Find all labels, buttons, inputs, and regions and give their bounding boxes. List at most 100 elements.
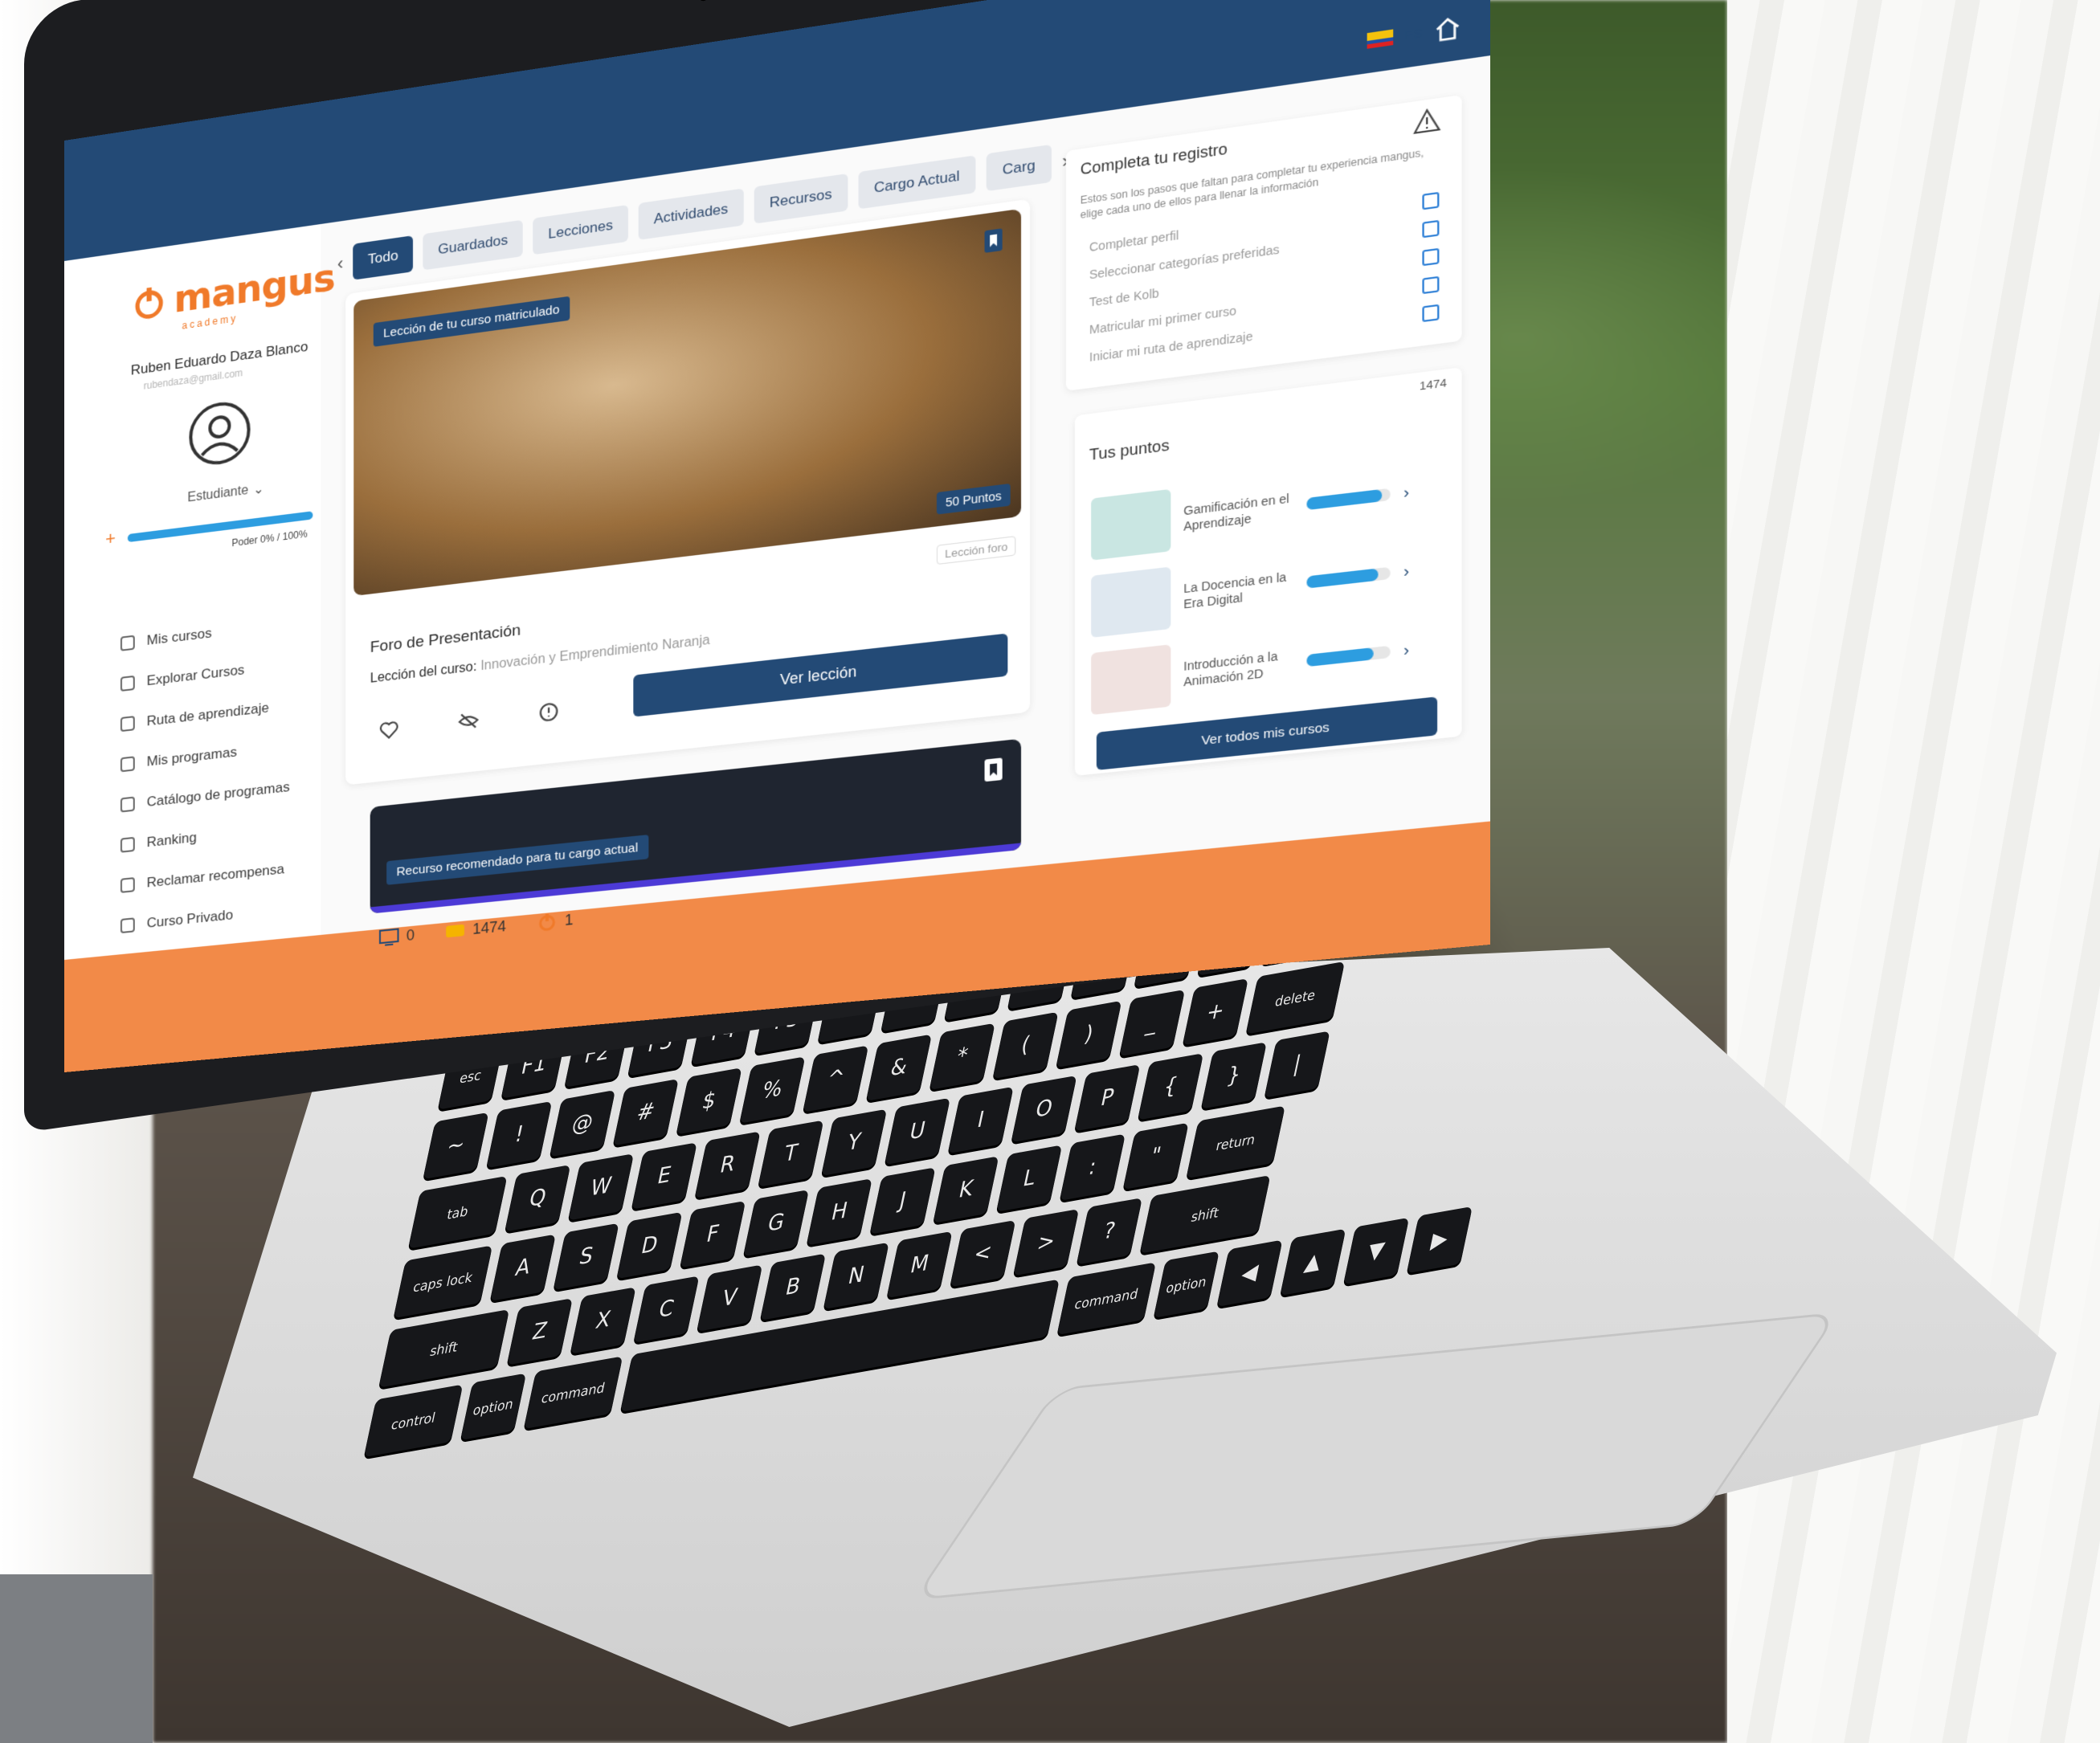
key[interactable]: O (1011, 1075, 1077, 1143)
tab-5[interactable]: Cargo Actual (858, 155, 976, 210)
key[interactable]: command (523, 1356, 623, 1430)
key[interactable]: A (489, 1234, 556, 1302)
role-selector[interactable]: Estudiante ⌄ (187, 480, 264, 506)
background-right (1727, 0, 2100, 1743)
home-icon[interactable] (1433, 14, 1461, 44)
key[interactable]: ) (1056, 1000, 1122, 1068)
key[interactable]: ? (1076, 1198, 1143, 1265)
key[interactable]: delete (1245, 961, 1346, 1035)
key[interactable]: + (1182, 978, 1248, 1046)
checkbox-icon[interactable] (1422, 304, 1440, 323)
key[interactable]: { (1137, 1053, 1204, 1120)
key[interactable]: J (869, 1167, 936, 1235)
chevron-right-icon[interactable]: › (1403, 640, 1409, 659)
heart-icon[interactable] (378, 718, 400, 742)
key[interactable]: G (742, 1189, 810, 1257)
checkbox-icon[interactable] (1422, 219, 1440, 239)
course-progress-bar (1306, 645, 1391, 667)
checkbox-icon[interactable] (1422, 276, 1440, 295)
course-thumbnail[interactable] (1091, 644, 1171, 716)
key[interactable]: ▼ (1343, 1217, 1410, 1285)
key[interactable]: Q (505, 1165, 571, 1232)
key[interactable]: T (758, 1120, 824, 1187)
key[interactable]: shift (1139, 1174, 1271, 1254)
course-thumbnail[interactable] (1091, 488, 1171, 561)
lesson-card[interactable]: Lección de tu curso matriculado 50 Punto… (345, 198, 1031, 786)
key[interactable]: % (739, 1056, 806, 1124)
key[interactable]: L (996, 1145, 1063, 1212)
bookmark-icon[interactable] (983, 228, 1003, 253)
key[interactable]: K (933, 1156, 999, 1223)
key[interactable]: E (631, 1142, 697, 1210)
key[interactable]: shift (378, 1308, 510, 1388)
tab-6[interactable]: Carg (986, 144, 1052, 192)
key[interactable]: # (612, 1079, 679, 1146)
bookmark-icon[interactable] (983, 757, 1003, 782)
course-name: Gamificación en el Aprendizaje (1183, 491, 1289, 533)
key[interactable]: command (1056, 1262, 1157, 1336)
language-label[interactable]: ES (1405, 26, 1423, 43)
key[interactable]: * (929, 1023, 995, 1091)
key[interactable]: @ (549, 1089, 616, 1157)
key[interactable]: ! (486, 1100, 553, 1169)
key[interactable]: ▶ (1406, 1206, 1473, 1274)
avatar-icon[interactable] (187, 397, 251, 470)
key[interactable]: H (806, 1178, 872, 1246)
key[interactable]: > (1013, 1208, 1080, 1276)
checkbox-icon[interactable] (1422, 247, 1440, 267)
hide-icon[interactable] (458, 709, 480, 733)
camera (699, 0, 709, 2)
key[interactable]: W (567, 1153, 635, 1221)
key[interactable]: ^ (803, 1045, 869, 1112)
key[interactable]: B (759, 1253, 827, 1321)
key[interactable]: < (950, 1219, 1016, 1288)
key[interactable]: C (633, 1276, 700, 1343)
sidebar: mangus academy Ruben Eduardo Daza Blanco… (64, 223, 335, 960)
key[interactable]: X (570, 1287, 636, 1354)
info-icon[interactable] (537, 700, 559, 725)
tab-1[interactable]: Guardados (423, 219, 524, 271)
key[interactable]: : (1059, 1133, 1126, 1202)
key[interactable]: ( (992, 1011, 1059, 1080)
key[interactable]: | (1264, 1031, 1330, 1098)
key[interactable]: M (886, 1231, 953, 1299)
key[interactable]: I (947, 1086, 1014, 1154)
key[interactable]: Y (821, 1108, 888, 1177)
key[interactable]: P (1074, 1063, 1141, 1132)
key[interactable]: caps lock (393, 1245, 493, 1319)
key[interactable]: D (616, 1211, 683, 1280)
key[interactable]: $ (676, 1067, 742, 1135)
key[interactable]: option (1153, 1251, 1220, 1318)
explore-icon (118, 672, 137, 694)
key[interactable]: & (865, 1034, 933, 1102)
key[interactable]: S (553, 1223, 619, 1291)
role-label: Estudiante (187, 483, 249, 505)
course-thumbnail[interactable] (1091, 566, 1171, 638)
course-progress-bar (1306, 566, 1391, 589)
key[interactable]: U (884, 1097, 951, 1165)
tab-2[interactable]: Lecciones (533, 204, 628, 255)
flag-icon[interactable] (1367, 29, 1394, 49)
lesson-image[interactable]: Lección de tu curso matriculado 50 Punto… (353, 208, 1022, 597)
tab-0[interactable]: Todo (353, 235, 414, 280)
key[interactable]: _ (1118, 989, 1186, 1057)
key[interactable]: option (460, 1373, 527, 1441)
key[interactable]: Z (506, 1298, 573, 1365)
key[interactable]: return (1186, 1105, 1285, 1179)
tabs-prev-icon[interactable]: ‹ (337, 253, 343, 276)
key[interactable]: F (680, 1200, 746, 1268)
key[interactable]: " (1122, 1122, 1189, 1190)
chevron-right-icon[interactable]: › (1403, 561, 1409, 581)
tab-3[interactable]: Actividades (638, 188, 744, 240)
key[interactable]: R (694, 1131, 761, 1198)
tab-4[interactable]: Recursos (754, 173, 848, 224)
key[interactable]: ▲ (1280, 1228, 1346, 1296)
checkbox-icon[interactable] (1422, 191, 1440, 210)
chevron-right-icon[interactable]: › (1403, 483, 1409, 502)
key[interactable]: N (823, 1242, 889, 1310)
key[interactable]: } (1200, 1042, 1267, 1109)
key[interactable]: ◀ (1216, 1239, 1283, 1308)
key[interactable]: tab (407, 1175, 508, 1249)
key[interactable]: control (363, 1384, 464, 1458)
key[interactable]: V (697, 1264, 763, 1332)
